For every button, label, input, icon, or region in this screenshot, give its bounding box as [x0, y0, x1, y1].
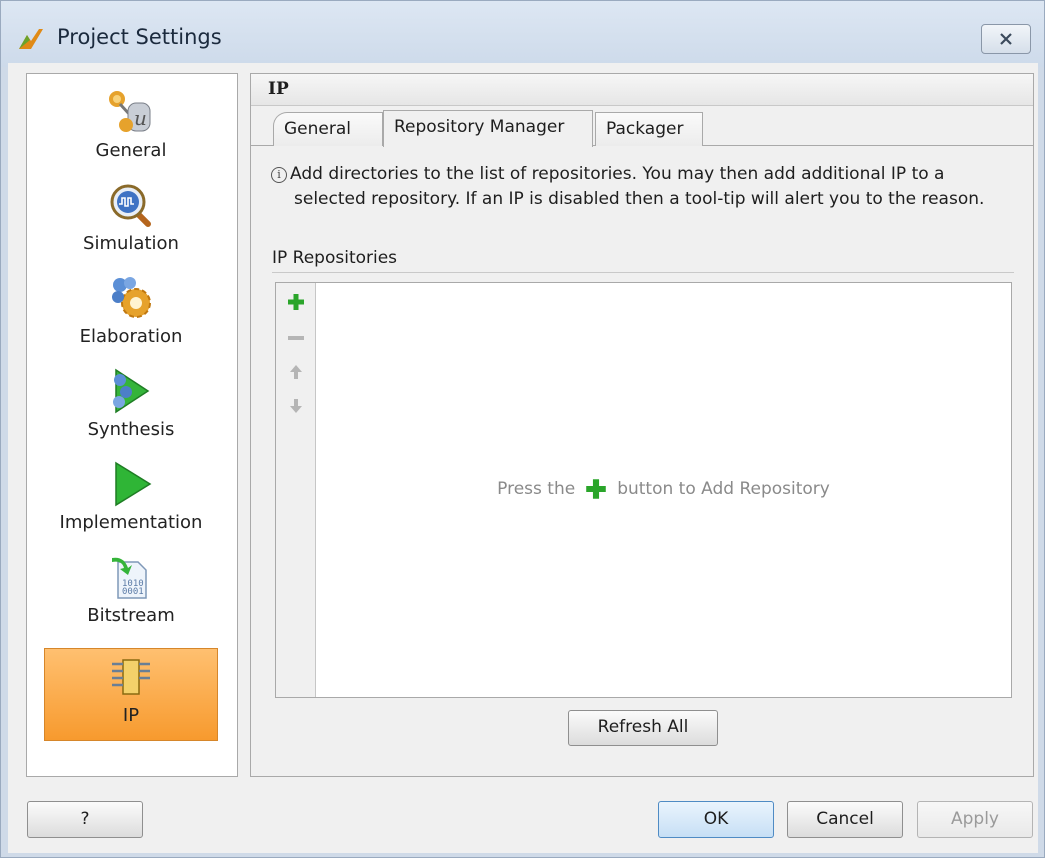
elaboration-icon	[105, 274, 157, 322]
simulation-icon	[105, 181, 157, 229]
info-text-rest: selected repository. If an IP is disable…	[294, 189, 985, 209]
ok-button[interactable]: OK	[658, 801, 774, 838]
plus-icon	[586, 479, 606, 499]
sidebar-item-general[interactable]: u General	[44, 84, 218, 177]
minus-icon	[288, 336, 304, 340]
arrow-up-icon	[290, 365, 302, 379]
tab-general[interactable]: General	[273, 112, 383, 146]
empty-text-before: Press the	[497, 479, 576, 499]
repository-list[interactable]: Press the button to Add Repository	[275, 282, 1012, 698]
empty-list-message: Press the button to Add Repository	[316, 478, 1011, 500]
sidebar-item-label: Implementation	[59, 512, 203, 533]
sidebar-item-synthesis[interactable]: Synthesis	[44, 363, 218, 456]
tab-repository-manager[interactable]: Repository Manager	[383, 110, 593, 147]
tab-label: Packager	[606, 119, 684, 139]
sidebar-item-label: General	[95, 140, 167, 161]
sidebar-item-label: Simulation	[83, 233, 179, 254]
info-text-line1: Add directories to the list of repositor…	[290, 164, 945, 184]
sidebar-item-label: IP	[122, 705, 140, 726]
dialog-body: u General Simulation Elaboration Synthes…	[8, 63, 1038, 853]
section-title: IP Repositories	[272, 248, 1014, 273]
general-icon: u	[105, 88, 157, 136]
add-repository-button[interactable]	[285, 291, 307, 313]
sidebar-item-simulation[interactable]: Simulation	[44, 177, 218, 270]
info-message: i Add directories to the list of reposito…	[271, 162, 1021, 212]
info-icon: i	[271, 167, 287, 183]
ip-icon	[105, 653, 157, 701]
close-icon	[1000, 33, 1012, 45]
sidebar-item-elaboration[interactable]: Elaboration	[44, 270, 218, 363]
move-up-button[interactable]	[285, 361, 307, 383]
help-button[interactable]: ?	[27, 801, 143, 838]
svg-text:u: u	[134, 106, 147, 130]
apply-button[interactable]: Apply	[917, 801, 1033, 838]
sidebar-item-label: Bitstream	[87, 605, 175, 626]
window-title: Project Settings	[57, 25, 222, 49]
remove-repository-button[interactable]	[285, 327, 307, 349]
title-bar: Project Settings	[1, 1, 1044, 67]
sidebar-item-label: Elaboration	[79, 326, 183, 347]
bitstream-icon: 1010 0001	[105, 553, 157, 601]
synthesis-icon	[105, 367, 157, 415]
cancel-button[interactable]: Cancel	[787, 801, 903, 838]
project-settings-dialog: Project Settings u General Simulation El…	[0, 0, 1045, 858]
sidebar-item-implementation[interactable]: Implementation	[44, 456, 218, 549]
implementation-icon	[105, 460, 157, 508]
tab-packager[interactable]: Packager	[595, 112, 703, 146]
refresh-all-button[interactable]: Refresh All	[568, 710, 718, 746]
sidebar-item-ip[interactable]: IP	[44, 648, 218, 741]
move-down-button[interactable]	[285, 395, 307, 417]
vivado-logo-icon	[19, 29, 43, 49]
tab-bar: General Repository Manager Packager	[251, 110, 1033, 147]
settings-sidebar: u General Simulation Elaboration Synthes…	[26, 73, 238, 777]
tab-label: General	[284, 119, 351, 139]
panel-title: IP	[251, 74, 1033, 106]
svg-text:0001: 0001	[122, 587, 144, 597]
empty-text-after: button to Add Repository	[617, 479, 830, 499]
repository-toolbar	[276, 283, 316, 697]
sidebar-item-bitstream[interactable]: 1010 0001 Bitstream	[44, 549, 218, 642]
tab-label: Repository Manager	[394, 117, 565, 137]
arrow-down-icon	[290, 399, 302, 413]
sidebar-item-label: Synthesis	[87, 419, 175, 440]
plus-icon	[288, 294, 304, 310]
close-button[interactable]	[981, 24, 1031, 54]
ip-settings-panel: IP General Repository Manager Packager i…	[250, 73, 1034, 777]
